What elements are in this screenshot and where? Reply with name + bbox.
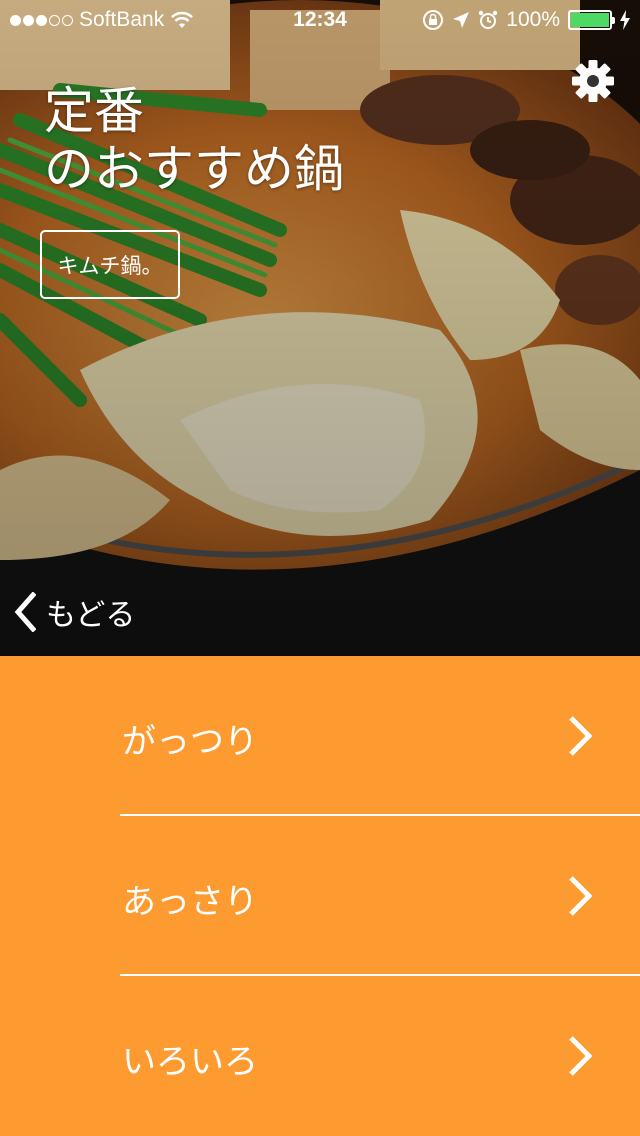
charging-icon [620,10,630,30]
lock-rotation-icon [423,10,444,30]
battery-icon [568,10,615,30]
title-line-1: 定番 [44,82,144,140]
recipe-tag-button[interactable]: キムチ鍋。 [40,230,180,299]
location-arrow-icon [453,12,470,28]
battery-level [571,13,609,27]
back-label: もどる [46,598,136,633]
battery-percent: 100% [506,8,560,31]
chevron-right-icon [569,1036,593,1076]
back-button[interactable]: もどる [14,590,135,634]
menu-item-gattsuri[interactable]: がっつり [0,656,640,816]
menu-item-label: がっつり [122,722,258,762]
chevron-right-icon [569,716,593,756]
menu-item-assari[interactable]: あっさり [0,816,640,976]
menu-item-iroiro[interactable]: いろいろ [0,976,640,1136]
status-right: 100% [422,8,630,32]
menu-item-label: あっさり [122,882,258,922]
menu-item-label: いろいろ [122,1042,258,1082]
title-line-2: のおすすめ鍋 [44,140,344,198]
chevron-right-icon [569,876,593,916]
page-title: 定番 のおすすめ鍋 [44,82,344,198]
alarm-icon [479,10,498,29]
chevron-left-icon [14,592,36,632]
gear-icon[interactable] [570,58,616,104]
status-bar: SoftBank 12:34 100% [0,0,640,40]
hero-image: SoftBank 12:34 100% 定番 のおすすめ鍋 キムチ鍋。 もどる [0,0,640,656]
category-menu: がっつり あっさり いろいろ [0,656,640,1136]
